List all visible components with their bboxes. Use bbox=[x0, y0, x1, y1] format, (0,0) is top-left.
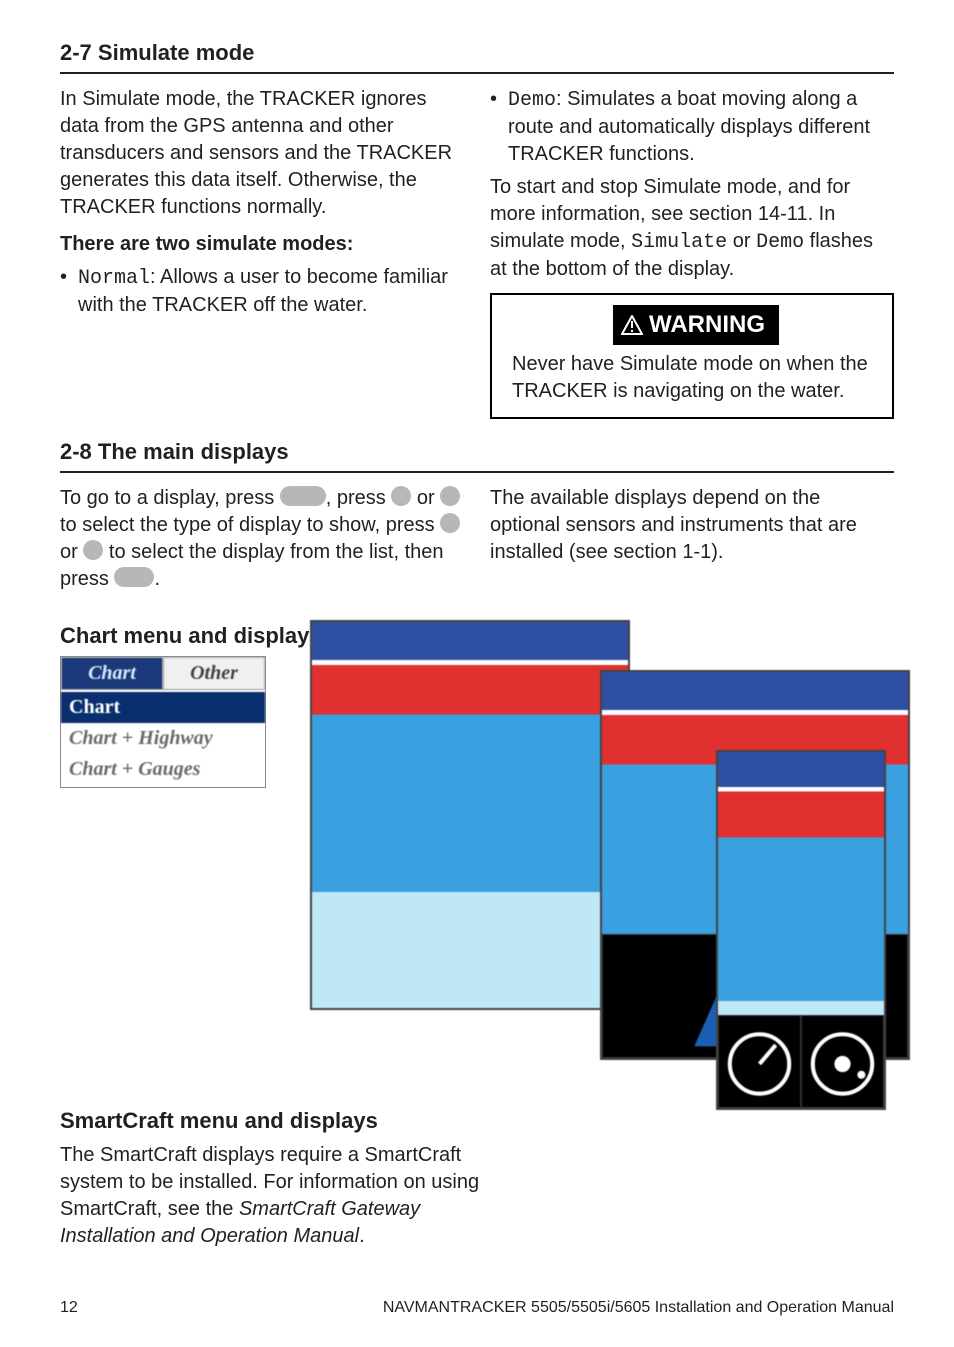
smartcraft-text-b: . bbox=[359, 1225, 365, 1247]
smartcraft-text: The SmartCraft displays require a SmartC… bbox=[60, 1142, 490, 1250]
s27-demo-word: Demo bbox=[756, 231, 804, 254]
display-key-icon bbox=[280, 486, 326, 506]
compass-gauge bbox=[801, 1015, 884, 1108]
page-footer: 12 NAVMAN TRACKER 5505/5505i/5605 Instal… bbox=[60, 1297, 894, 1319]
bullet-icon: • bbox=[490, 86, 508, 168]
s27-normal-label: Normal bbox=[78, 267, 150, 290]
section-2-7-title: 2-7 Simulate mode bbox=[60, 38, 894, 74]
s27-normal-text: Normal: Allows a user to become familiar… bbox=[78, 264, 464, 319]
s27-startstop: To start and stop Simulate mode, and for… bbox=[490, 174, 894, 283]
down-key-icon bbox=[83, 540, 103, 560]
tab-chart[interactable]: Chart bbox=[61, 657, 163, 690]
chart-menu-list: Chart Chart + Highway Chart + Gauges bbox=[61, 690, 265, 787]
s27-right-col: • Demo: Simulates a boat moving along a … bbox=[490, 86, 894, 419]
screenshot-chart-gauges bbox=[716, 750, 886, 1110]
s27-sim-word: Simulate bbox=[631, 231, 727, 254]
s27-demo-rest: : Simulates a boat moving along a route … bbox=[508, 88, 870, 165]
s28-d: to select the type of display to show, p… bbox=[60, 514, 440, 536]
smartcraft-heading: SmartCraft menu and displays bbox=[60, 1106, 490, 1136]
s27-intro: In Simulate mode, the TRACKER ignores da… bbox=[60, 86, 464, 221]
chart-menu: Chart Other Chart Chart + Highway Chart … bbox=[60, 656, 266, 788]
enter-key-icon bbox=[114, 567, 154, 587]
page-number: 12 bbox=[60, 1297, 78, 1319]
chart-menu-tabs: Chart Other bbox=[61, 657, 265, 690]
section-2-7-body: In Simulate mode, the TRACKER ignores da… bbox=[60, 86, 894, 419]
s28-right-para: The available displays depend on the opt… bbox=[490, 485, 894, 566]
screenshot-chart bbox=[310, 620, 630, 1010]
speed-gauge bbox=[718, 1015, 801, 1108]
menu-item-chart-gauges[interactable]: Chart + Gauges bbox=[61, 754, 265, 785]
up-key-icon bbox=[440, 513, 460, 533]
s27-or: or bbox=[727, 230, 756, 252]
warning-triangle-icon bbox=[621, 315, 643, 335]
s28-a: To go to a display, press bbox=[60, 487, 280, 509]
s28-right-col: The available displays depend on the opt… bbox=[490, 485, 894, 603]
tab-other[interactable]: Other bbox=[163, 657, 265, 690]
warning-badge: WARNING bbox=[613, 305, 779, 345]
s27-modes-heading: There are two simulate modes: bbox=[60, 231, 464, 258]
section-2-8-body: To go to a display, press , press or to … bbox=[60, 485, 894, 603]
s28-left-para: To go to a display, press , press or to … bbox=[60, 485, 464, 593]
footer-brand: NAVMAN bbox=[383, 1297, 450, 1319]
s28-g: . bbox=[154, 568, 160, 590]
bullet-icon: • bbox=[60, 264, 78, 319]
footer-doc-title: TRACKER 5505/5505i/5605 Installation and… bbox=[450, 1297, 894, 1319]
s27-bullet-normal: • Normal: Allows a user to become famili… bbox=[60, 264, 464, 319]
s28-c: or bbox=[411, 487, 440, 509]
section-2-8-title: 2-8 The main displays bbox=[60, 437, 894, 473]
warning-label: WARNING bbox=[649, 309, 765, 341]
s27-bullet-demo: • Demo: Simulates a boat moving along a … bbox=[490, 86, 894, 168]
s28-e: or bbox=[60, 541, 83, 563]
menu-item-chart-highway[interactable]: Chart + Highway bbox=[61, 723, 265, 754]
warning-box: WARNING Never have Simulate mode on when… bbox=[490, 293, 894, 419]
s27-left-col: In Simulate mode, the TRACKER ignores da… bbox=[60, 86, 464, 419]
s27-demo-label: Demo bbox=[508, 89, 556, 112]
right-key-icon bbox=[440, 486, 460, 506]
warning-badge-wrap: WARNING bbox=[512, 305, 880, 345]
smartcraft-block: SmartCraft menu and displays The SmartCr… bbox=[60, 1106, 490, 1260]
menu-item-chart[interactable]: Chart bbox=[61, 692, 265, 723]
s28-left-col: To go to a display, press , press or to … bbox=[60, 485, 464, 603]
display-screenshot-collage bbox=[310, 620, 910, 1180]
left-key-icon bbox=[391, 486, 411, 506]
warning-text: Never have Simulate mode on when the TRA… bbox=[512, 351, 880, 405]
s27-demo-text: Demo: Simulates a boat moving along a ro… bbox=[508, 86, 894, 168]
s28-b: , press bbox=[326, 487, 392, 509]
